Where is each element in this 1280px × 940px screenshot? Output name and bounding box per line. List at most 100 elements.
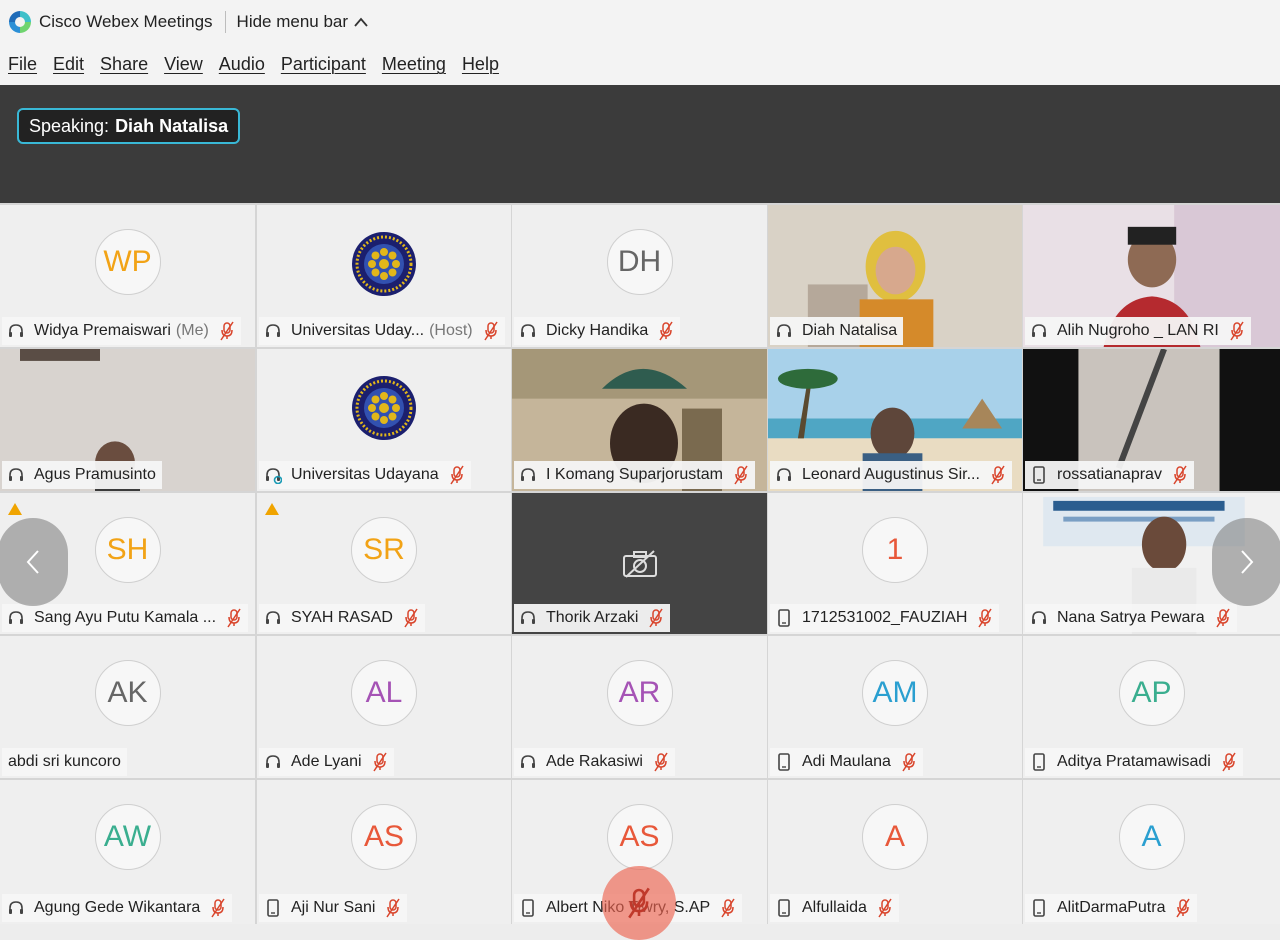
participant-name-tag: Diah Natalisa <box>770 317 904 345</box>
udayana-logo-icon <box>351 375 417 441</box>
microphone-muted-icon <box>1175 898 1191 918</box>
participant-name: Alih Nugroho _ LAN RI <box>1057 322 1219 339</box>
microphone-muted-icon <box>733 465 749 485</box>
participant-tile[interactable]: 1 1712531002_FAUZIAH <box>768 493 1022 634</box>
headset-icon <box>6 321 26 341</box>
headset-icon <box>263 752 283 772</box>
participant-tile[interactable]: AW Agung Gede Wikantara <box>0 780 255 924</box>
participant-name: Widya Premaiswari <box>34 322 171 339</box>
participant-tile[interactable]: AL Ade Lyani <box>257 636 511 778</box>
participant-tile[interactable]: WP Widya Premaiswari (Me) <box>0 205 255 347</box>
participant-name: Aji Nur Sani <box>291 899 376 916</box>
participant-tile[interactable]: Universitas Uday... (Host) <box>257 205 511 347</box>
microphone-muted-icon <box>720 898 736 918</box>
participant-name: Ade Lyani <box>291 753 362 770</box>
participant-name: rossatianaprav <box>1057 466 1162 483</box>
previous-page-button[interactable] <box>0 518 68 606</box>
headset-icon <box>518 608 538 628</box>
headset-active-icon <box>263 465 283 485</box>
participant-tile[interactable]: Leonard Augustinus Sir... <box>768 349 1022 491</box>
participant-name-tag: Aditya Pratamawisadi <box>1025 748 1243 776</box>
webex-logo-icon <box>9 11 31 33</box>
avatar: AR <box>606 660 673 726</box>
hide-menu-bar-button[interactable]: Hide menu bar <box>237 12 369 32</box>
participant-tile[interactable]: I Komang Suparjorustam <box>512 349 767 491</box>
participant-name-tag: SYAH RASAD <box>259 604 425 632</box>
participant-tile[interactable]: AM Adi Maulana <box>768 636 1022 778</box>
menu-meeting[interactable]: Meeting <box>382 54 446 75</box>
participant-name-tag: abdi sri kuncoro <box>2 748 127 776</box>
menu-help[interactable]: Help <box>462 54 499 75</box>
participant-tile[interactable]: AK abdi sri kuncoro <box>0 636 255 778</box>
microphone-muted-icon <box>385 898 401 918</box>
menu-edit[interactable]: Edit <box>53 54 84 75</box>
microphone-muted-icon <box>628 887 650 919</box>
menu-file[interactable]: File <box>8 54 37 75</box>
speaking-name: Diah Natalisa <box>115 115 229 136</box>
participant-name-tag: Thorik Arzaki <box>514 604 671 632</box>
headset-icon <box>1029 321 1049 341</box>
stage-header <box>0 85 1280 203</box>
microphone-muted-icon <box>653 752 669 772</box>
menu-bar: File Edit Share View Audio Participant Meeting… <box>0 44 1280 85</box>
microphone-muted-icon <box>226 608 242 628</box>
microphone-muted-icon <box>648 608 664 628</box>
headset-icon <box>263 608 283 628</box>
participant-name-tag: Widya Premaiswari (Me) <box>2 317 241 345</box>
participant-name-tag: Ade Rakasiwi <box>514 748 675 776</box>
microphone-muted-icon <box>658 321 674 341</box>
participant-tile[interactable]: Agus Pramusinto <box>0 349 255 491</box>
menu-share[interactable]: Share <box>100 54 148 75</box>
avatar: AS <box>351 804 417 870</box>
participant-name: Universitas Udayana <box>291 466 439 483</box>
participant-tile[interactable]: Diah Natalisa <box>768 205 1022 347</box>
chevron-up-icon <box>354 17 368 27</box>
participant-tile[interactable]: Universitas Udayana <box>257 349 511 491</box>
microphone-muted-icon <box>901 752 917 772</box>
menu-audio[interactable]: Audio <box>219 54 265 75</box>
participant-name-tag: Universitas Udayana <box>259 461 471 489</box>
participant-name-tag: Alih Nugroho _ LAN RI <box>1025 317 1251 345</box>
microphone-muted-icon <box>1229 321 1245 341</box>
participant-name: Universitas Uday... <box>291 322 425 339</box>
participant-name: Nana Satrya Pewara <box>1057 609 1205 626</box>
microphone-muted-icon <box>1221 752 1237 772</box>
phone-icon <box>518 898 538 918</box>
participant-name: Sang Ayu Putu Kamala ... <box>34 609 217 626</box>
participant-tile[interactable]: A AlitDarmaPutra <box>1023 780 1280 924</box>
participant-name: Agung Gede Wikantara <box>34 899 201 916</box>
phone-icon <box>774 898 794 918</box>
chevron-left-icon <box>26 550 39 574</box>
avatar: AK <box>94 660 161 726</box>
participant-name-tag: Ade Lyani <box>259 748 394 776</box>
participant-name-tag: rossatianaprav <box>1025 461 1194 489</box>
hide-menu-bar-label: Hide menu bar <box>236 12 349 31</box>
participant-tile[interactable]: AP Aditya Pratamawisadi <box>1023 636 1280 778</box>
participant-tile[interactable]: Alih Nugroho _ LAN RI <box>1023 205 1280 347</box>
microphone-muted-icon <box>210 898 226 918</box>
video-off-icon <box>622 549 658 579</box>
avatar: AL <box>351 660 417 726</box>
participant-tile[interactable]: DH Dicky Handika <box>512 205 767 347</box>
participant-tile[interactable]: AR Ade Rakasiwi <box>512 636 767 778</box>
participant-name: I Komang Suparjorustam <box>546 466 723 483</box>
participant-name-tag: Leonard Augustinus Sir... <box>770 461 1012 489</box>
microphone-muted-icon <box>1215 608 1231 628</box>
participant-tile[interactable]: A Alfullaida <box>768 780 1022 924</box>
headset-icon <box>6 465 26 485</box>
participant-tile[interactable]: SR SYAH RASAD <box>257 493 511 634</box>
participant-tile[interactable]: Thorik Arzaki <box>512 493 767 634</box>
next-page-button[interactable] <box>1212 518 1280 606</box>
title-divider <box>224 11 226 33</box>
participant-tile[interactable]: AS Aji Nur Sani <box>257 780 511 924</box>
headset-icon <box>774 465 794 485</box>
avatar: AM <box>862 660 928 726</box>
menu-view[interactable]: View <box>164 54 203 75</box>
participant-name-tag: AlitDarmaPutra <box>1025 894 1198 922</box>
floating-mute-button[interactable] <box>602 866 676 940</box>
microphone-muted-icon <box>877 898 893 918</box>
microphone-muted-icon <box>219 321 235 341</box>
participant-tile[interactable]: rossatianaprav <box>1023 349 1280 491</box>
participant-name-tag: Aji Nur Sani <box>259 894 408 922</box>
menu-participant[interactable]: Participant <box>281 54 366 75</box>
